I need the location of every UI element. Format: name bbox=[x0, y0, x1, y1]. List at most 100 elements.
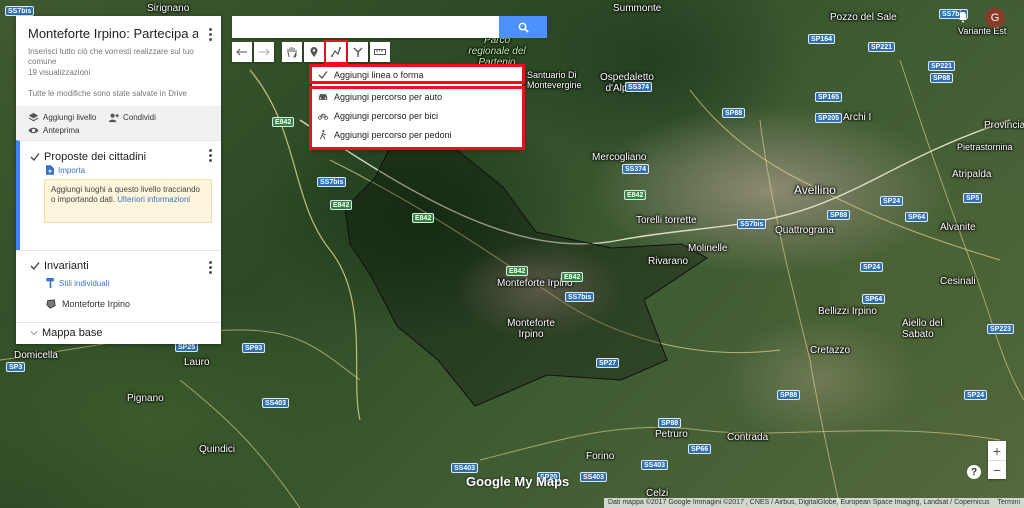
road-shield: E842 bbox=[506, 266, 529, 276]
zoom-control: + − bbox=[988, 441, 1006, 479]
place-label: Cesinali bbox=[940, 276, 976, 287]
map-attribution: Dati mappa ©2017 Google Immagini ©2017 ,… bbox=[603, 498, 1024, 508]
zoom-in-button[interactable]: + bbox=[988, 441, 1006, 460]
road-shield: SS374 bbox=[622, 164, 650, 174]
road-shield: SP88 bbox=[827, 210, 851, 220]
preview-label: Anteprima bbox=[43, 126, 80, 135]
road-shield: SP93 bbox=[242, 343, 266, 353]
place-label: Monteforte Irpino bbox=[507, 318, 555, 340]
road-shield: SS403 bbox=[580, 472, 608, 482]
road-shield: SP205 bbox=[815, 113, 843, 123]
google-my-maps-logo: Google My Maps bbox=[466, 474, 570, 489]
place-label: Quattrograna bbox=[775, 225, 834, 236]
road-shield: SS7bis bbox=[565, 292, 595, 302]
road-shield: SP3 bbox=[6, 362, 26, 372]
place-label: Rivarano bbox=[648, 256, 689, 267]
zoom-out-button[interactable]: − bbox=[988, 460, 1006, 479]
redo-button[interactable] bbox=[254, 42, 274, 62]
import-link[interactable]: Importa bbox=[46, 165, 85, 175]
share-label: Condividi bbox=[123, 113, 156, 122]
undo-button[interactable] bbox=[232, 42, 252, 62]
layer-options-icon[interactable] bbox=[209, 261, 213, 274]
measure-button[interactable] bbox=[370, 42, 390, 62]
road-shield: SP88 bbox=[930, 73, 954, 83]
place-label: Cretazzo bbox=[810, 345, 851, 356]
road-shield: SP221 bbox=[928, 61, 956, 71]
panel-actions: Aggiungi livello Condividi Anteprima bbox=[16, 106, 221, 140]
notifications-icon[interactable] bbox=[958, 11, 968, 23]
road-shield: SS403 bbox=[641, 460, 669, 470]
road-shield: SS403 bbox=[262, 398, 290, 408]
place-label: Contrada bbox=[727, 432, 769, 443]
road-shield: SS374 bbox=[625, 82, 653, 92]
place-label: Pozzo del Sale bbox=[830, 12, 897, 23]
share-button[interactable]: Condividi bbox=[108, 112, 156, 123]
layer-name[interactable]: Invarianti bbox=[44, 260, 89, 272]
directions-icon bbox=[353, 47, 363, 57]
save-status: Tutte le modifiche sono state salvate in… bbox=[28, 89, 187, 98]
place-label: Petruro bbox=[655, 429, 688, 440]
layer-proposte: Proposte dei cittadini Importa Aggiungi … bbox=[16, 140, 221, 250]
attribution-text: Dati mappa ©2017 Google Immagini ©2017 ,… bbox=[607, 499, 990, 506]
directions-button[interactable] bbox=[348, 42, 368, 62]
place-label: Aiello del Sabato bbox=[902, 318, 943, 340]
map-panel: Monteforte Irpino: Partecipa al P... Ins… bbox=[16, 16, 221, 344]
road-shield: SS7bis bbox=[5, 6, 35, 16]
search-input[interactable] bbox=[232, 16, 500, 38]
place-label: Lauro bbox=[184, 357, 210, 368]
road-shield: E842 bbox=[561, 272, 584, 282]
place-label: Alvanite bbox=[940, 222, 976, 233]
basemap-section[interactable]: Mappa base bbox=[16, 322, 221, 344]
road-shield: SP88 bbox=[658, 418, 682, 428]
layer-feature-item[interactable]: Monteforte Irpino bbox=[46, 299, 130, 309]
search-button[interactable] bbox=[499, 16, 547, 38]
add-layer-button[interactable]: Aggiungi livello bbox=[28, 112, 96, 123]
checkmark-icon[interactable] bbox=[30, 261, 40, 271]
help-button[interactable]: ? bbox=[967, 465, 981, 479]
map-title[interactable]: Monteforte Irpino: Partecipa al P... bbox=[28, 26, 198, 41]
checkmark-icon[interactable] bbox=[30, 152, 40, 162]
road-shield: SP24 bbox=[860, 262, 884, 272]
place-label: Summonte bbox=[613, 3, 662, 14]
road-shield: E842 bbox=[272, 117, 295, 127]
layer-header[interactable]: Proposte dei cittadini bbox=[30, 151, 146, 163]
basemap-header[interactable]: Mappa base bbox=[30, 327, 103, 339]
learn-more-link[interactable]: Ulteriori informazioni bbox=[117, 195, 190, 204]
road-shield: SP66 bbox=[688, 444, 712, 454]
road-shield: SP165 bbox=[815, 92, 843, 102]
road-shield: SS7bis bbox=[737, 219, 767, 229]
map-description[interactable]: Inserisci tutto ciò che vorresti realizz… bbox=[28, 47, 209, 67]
road-shield: SP88 bbox=[777, 390, 801, 400]
feature-name: Monteforte Irpino bbox=[62, 299, 131, 309]
highlight-box bbox=[309, 86, 525, 150]
terms-link[interactable]: Termini bbox=[997, 499, 1020, 506]
add-marker-button[interactable] bbox=[304, 42, 324, 62]
place-label: Molinelle bbox=[688, 243, 728, 254]
add-person-icon bbox=[108, 113, 119, 123]
search-icon bbox=[518, 22, 529, 33]
road-shield: SP221 bbox=[868, 42, 896, 52]
place-label: Quindici bbox=[199, 444, 236, 455]
road-shield: SP24 bbox=[964, 390, 988, 400]
map-options-menu-icon[interactable] bbox=[209, 28, 213, 41]
preview-button[interactable]: Anteprima bbox=[28, 125, 79, 136]
layers-icon bbox=[28, 112, 39, 122]
style-label: Stili individuali bbox=[59, 278, 110, 288]
style-link[interactable]: Stili individuali bbox=[46, 278, 109, 288]
place-label: Bellizzi Irpino bbox=[818, 306, 877, 317]
draw-line-button[interactable] bbox=[324, 40, 348, 64]
pan-hand-button[interactable] bbox=[282, 42, 302, 62]
place-label: Avellino bbox=[794, 183, 836, 197]
draw-line-icon bbox=[331, 47, 341, 57]
undo-icon bbox=[236, 48, 247, 56]
empty-layer-hint: Aggiungi luoghi a questo livello traccia… bbox=[44, 179, 212, 223]
chevron-down-icon[interactable] bbox=[30, 329, 38, 337]
polygon-icon bbox=[46, 299, 56, 309]
layer-header[interactable]: Invarianti bbox=[30, 260, 89, 272]
road-shield: SP164 bbox=[808, 34, 836, 44]
user-avatar[interactable]: G bbox=[985, 8, 1005, 28]
road-shield: E842 bbox=[624, 190, 647, 200]
layer-name[interactable]: Proposte dei cittadini bbox=[44, 151, 146, 163]
layer-options-icon[interactable] bbox=[209, 149, 213, 162]
import-label: Importa bbox=[58, 165, 86, 175]
